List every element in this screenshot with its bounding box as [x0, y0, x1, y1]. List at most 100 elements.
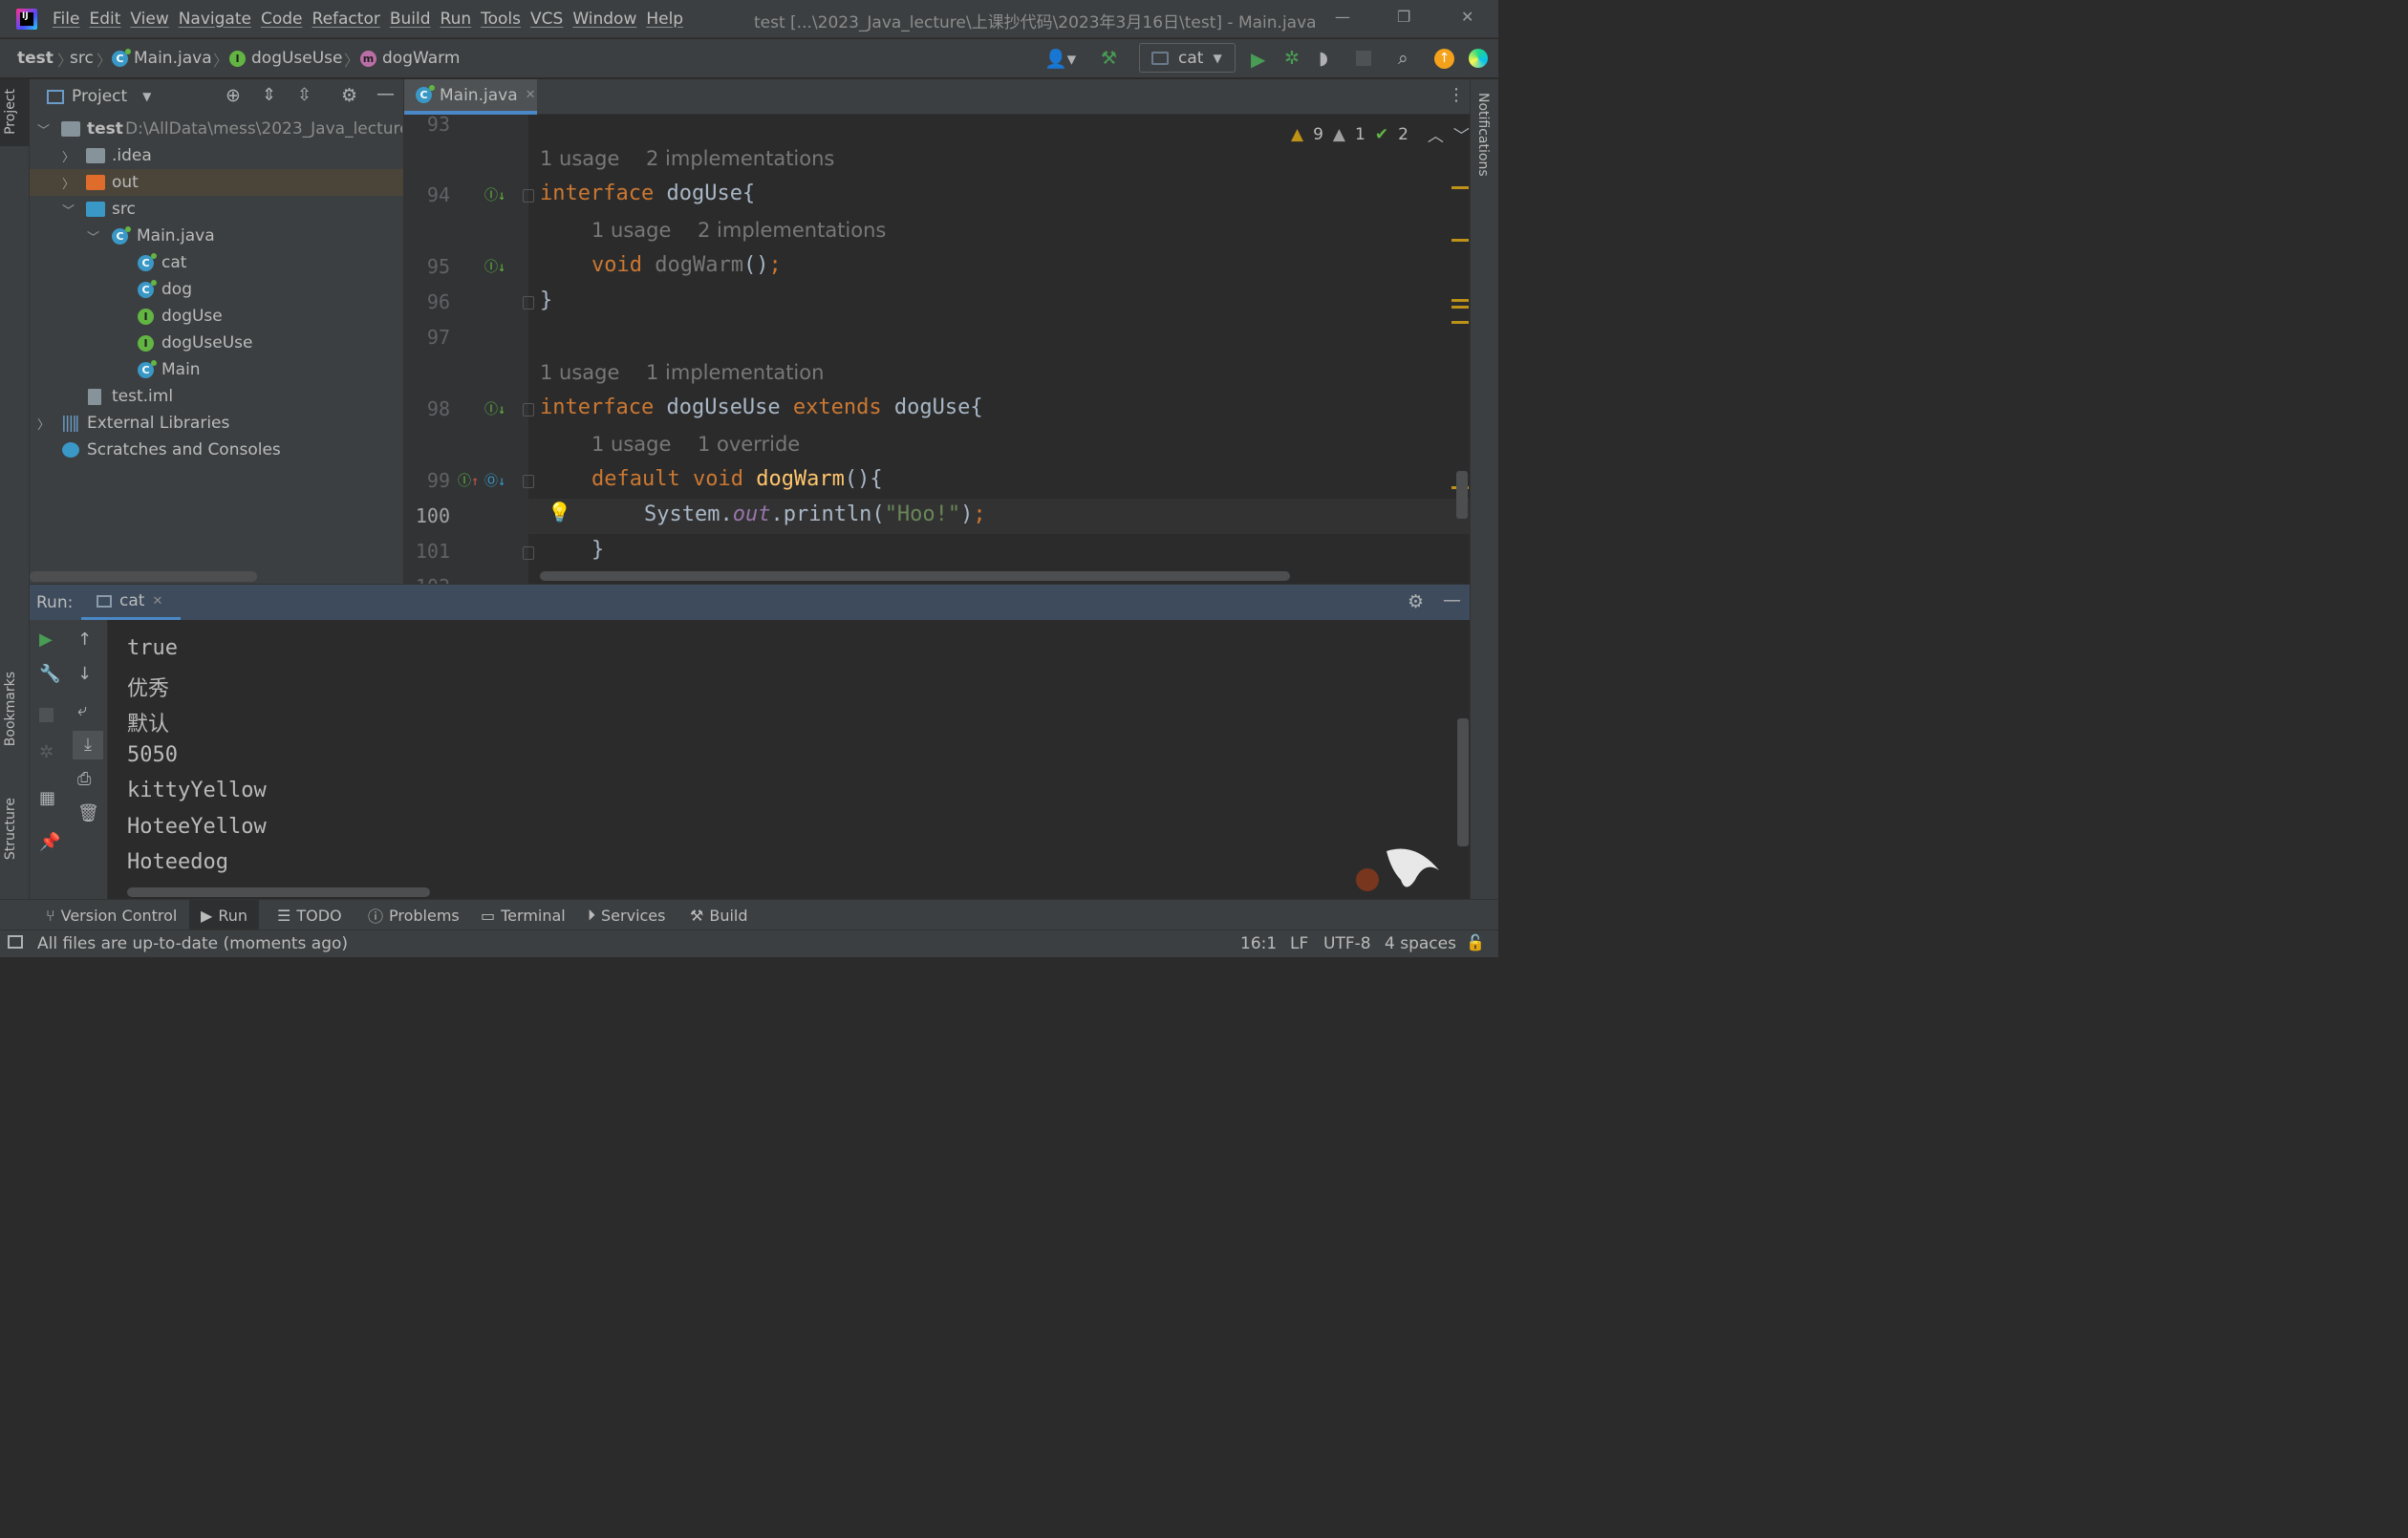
- lightbulb-icon[interactable]: 💡: [548, 501, 571, 523]
- implemented-down-icon[interactable]: Ⓘ↓: [484, 185, 505, 204]
- usage-hint[interactable]: 1 usage: [540, 361, 619, 384]
- code-line-98[interactable]: interface dogUseUse extends dogUse{: [540, 395, 983, 419]
- run-icon[interactable]: ▶: [1251, 48, 1265, 71]
- usage-hint[interactable]: 1 usage: [540, 147, 619, 170]
- breadcrumb-src[interactable]: src: [70, 49, 94, 68]
- overridden-down-icon[interactable]: Ⓞ↓: [484, 471, 505, 490]
- inspection-widget[interactable]: ▲ 9 ▲ 1 ✔ 2 ︿ ﹀: [1291, 122, 1470, 147]
- file-encoding[interactable]: UTF-8: [1323, 934, 1371, 953]
- tab-problems[interactable]: ⓘ Problems: [368, 905, 460, 927]
- tree-item-dog-use[interactable]: I dogUse: [30, 303, 403, 330]
- soft-wrap-icon[interactable]: ⤶: [77, 700, 87, 720]
- code-line-101[interactable]: }: [591, 538, 604, 562]
- breadcrumb-method[interactable]: m dogWarm: [360, 49, 460, 68]
- tree-item-test-iml[interactable]: test.iml: [30, 383, 403, 410]
- usage-hint[interactable]: 1 usage: [591, 433, 671, 456]
- expand-all-icon[interactable]: ⇕: [262, 85, 276, 105]
- horizontal-scrollbar[interactable]: [540, 571, 1290, 581]
- update-icon[interactable]: ↑: [1434, 49, 1454, 69]
- stop-icon[interactable]: [39, 708, 54, 722]
- bookmarks-side-tab[interactable]: Bookmarks: [3, 672, 18, 746]
- tree-item-idea[interactable]: 〉 .idea: [30, 142, 403, 169]
- vertical-scrollbar[interactable]: [1456, 471, 1468, 519]
- tree-item-scratches[interactable]: Scratches and Consoles: [30, 437, 403, 463]
- override-hint[interactable]: 1 override: [698, 433, 800, 456]
- tree-item-out[interactable]: 〉 out: [30, 169, 403, 196]
- collapse-all-icon[interactable]: ⇳: [297, 85, 312, 105]
- close-tab-icon[interactable]: ✕: [152, 594, 162, 609]
- menu-run[interactable]: Run: [441, 10, 472, 29]
- tree-item-src[interactable]: ﹀ src: [30, 196, 403, 223]
- code-line-96[interactable]: }: [540, 288, 552, 312]
- chevron-right-icon[interactable]: 〉: [37, 415, 50, 433]
- coverage-icon[interactable]: ◗: [1319, 48, 1328, 69]
- minimize-button[interactable]: —: [1335, 8, 1350, 26]
- fold-marker[interactable]: [523, 475, 534, 488]
- menu-edit[interactable]: Edit: [89, 10, 120, 29]
- menu-code[interactable]: Code: [261, 10, 303, 29]
- chevron-up-icon[interactable]: ︿: [1428, 122, 1444, 146]
- fold-marker[interactable]: [523, 546, 534, 560]
- error-stripe-mark[interactable]: [1451, 321, 1469, 324]
- chevron-down-icon[interactable]: ﹀: [62, 201, 75, 219]
- code-editor[interactable]: 93 94 95 96 97 98 99 100 101 102 Ⓘ↓ Ⓘ↓ Ⓘ…: [404, 115, 1470, 584]
- breadcrumb-file[interactable]: C Main.java: [112, 48, 212, 68]
- pin-icon[interactable]: 📌: [39, 832, 60, 852]
- error-stripe-mark[interactable]: [1451, 186, 1469, 189]
- stop-icon[interactable]: [1356, 51, 1371, 66]
- menu-vcs[interactable]: VCS: [530, 10, 563, 29]
- menu-view[interactable]: View: [130, 10, 168, 29]
- tree-item-dog[interactable]: C dog: [30, 276, 403, 303]
- tree-item-cat[interactable]: C cat: [30, 249, 403, 276]
- run-configuration-select[interactable]: cat ▼: [1139, 43, 1236, 73]
- fold-marker[interactable]: [523, 296, 534, 310]
- menu-refactor[interactable]: Refactor: [312, 10, 380, 29]
- fold-marker[interactable]: [523, 189, 534, 203]
- tab-todo[interactable]: ☰ TODO: [277, 905, 342, 926]
- lock-icon[interactable]: 🔓: [1466, 933, 1485, 951]
- breadcrumb-interface[interactable]: IdogUseUse: [229, 49, 343, 68]
- tree-item-external-libraries[interactable]: 〉 |||‖ External Libraries: [30, 410, 403, 437]
- restart-debug-icon[interactable]: ✲: [39, 742, 54, 762]
- implementation-hint[interactable]: 1 implementation: [646, 361, 824, 384]
- code-line-100[interactable]: System.out.println("Hoo!");: [644, 502, 986, 526]
- user-icon[interactable]: 👤▾: [1044, 48, 1076, 70]
- build-hammer-icon[interactable]: ⚒: [1101, 48, 1117, 69]
- notifications-side-tab[interactable]: Notifications: [1475, 93, 1491, 177]
- tab-terminal[interactable]: ▭ Terminal: [481, 905, 566, 926]
- restore-button[interactable]: ❐: [1397, 8, 1410, 26]
- code-line-99[interactable]: default void dogWarm(){: [591, 467, 883, 491]
- more-options-icon[interactable]: ⋮: [1448, 85, 1465, 105]
- structure-side-tab[interactable]: Structure: [3, 798, 18, 860]
- debug-icon[interactable]: ✲: [1284, 48, 1300, 69]
- tab-main-java[interactable]: C Main.java ✕: [404, 79, 537, 115]
- gear-icon[interactable]: ⚙: [1408, 591, 1424, 612]
- chevron-right-icon[interactable]: 〉: [62, 174, 75, 192]
- implemented-down-icon[interactable]: Ⓘ↓: [484, 399, 505, 418]
- code-line-94[interactable]: interface dogUse{: [540, 182, 755, 205]
- implements-up-icon[interactable]: Ⓘ↑: [458, 471, 479, 490]
- menu-file[interactable]: File: [53, 10, 79, 29]
- tab-run[interactable]: ▶ Run: [189, 900, 259, 930]
- implementations-hint[interactable]: 2 implementations: [698, 219, 886, 242]
- locate-icon[interactable]: ⊕: [226, 85, 241, 106]
- project-side-tab[interactable]: Project: [3, 89, 18, 135]
- wrench-icon[interactable]: 🔧: [39, 664, 60, 684]
- tab-version-control[interactable]: ⑂ Version Control: [46, 905, 177, 926]
- tab-build[interactable]: ⚒ Build: [690, 905, 748, 926]
- implemented-down-icon[interactable]: Ⓘ↓: [484, 257, 505, 276]
- close-tab-icon[interactable]: ✕: [526, 88, 536, 102]
- menu-build[interactable]: Build: [390, 10, 431, 29]
- menu-help[interactable]: Help: [646, 10, 683, 29]
- menu-tools[interactable]: Tools: [481, 10, 521, 29]
- fold-marker[interactable]: [523, 403, 534, 417]
- chevron-down-icon[interactable]: ﹀: [1453, 122, 1470, 146]
- error-stripe-mark[interactable]: [1451, 306, 1469, 309]
- menu-window[interactable]: Window: [572, 10, 636, 29]
- line-separator[interactable]: LF: [1290, 934, 1308, 953]
- error-stripe-mark[interactable]: [1451, 239, 1469, 242]
- hide-panel-icon[interactable]: —: [1443, 589, 1461, 610]
- chevron-down-icon[interactable]: ﹀: [37, 120, 50, 139]
- tree-item-dog-use-use[interactable]: I dogUseUse: [30, 330, 403, 356]
- gear-icon[interactable]: ⚙: [341, 85, 357, 106]
